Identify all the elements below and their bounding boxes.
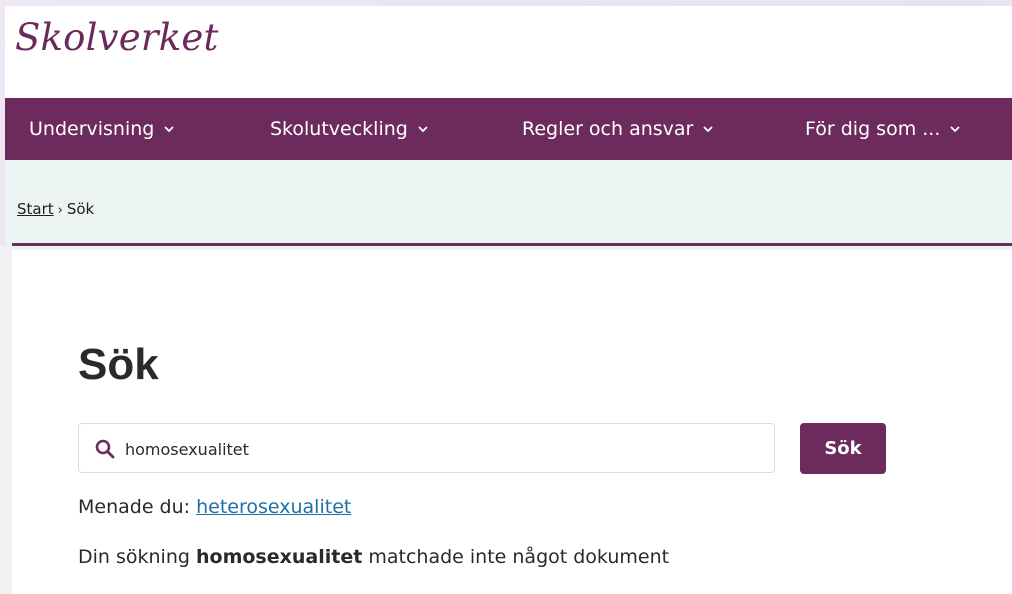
breadcrumb-current: Sök xyxy=(66,200,95,218)
chevron-down-icon xyxy=(950,126,960,133)
nav-item-for-dig-som[interactable]: För dig som ... xyxy=(805,118,961,140)
breadcrumb-band: Start › Sök xyxy=(5,160,1012,250)
content-left-edge xyxy=(0,246,12,594)
result-text-after: matchade inte något dokument xyxy=(368,546,670,568)
chevron-down-icon xyxy=(703,126,713,133)
nav-item-label: Undervisning xyxy=(29,118,155,140)
nav-item-label: Skolutveckling xyxy=(270,118,408,140)
result-search-term: homosexualitet xyxy=(196,546,363,568)
search-input[interactable] xyxy=(125,436,755,462)
header: Skolverket xyxy=(5,6,1012,98)
nav-item-label: För dig som ... xyxy=(805,118,941,140)
nav-item-regler-och-ansvar[interactable]: Regler och ansvar xyxy=(522,118,714,140)
chevron-down-icon xyxy=(164,126,174,133)
breadcrumb-home-link[interactable]: Start xyxy=(17,200,54,218)
site-logo[interactable]: Skolverket xyxy=(15,16,219,59)
breadcrumb: Start › Sök xyxy=(17,200,94,218)
search-result-message: Din sökning homosexualitet matchade inte… xyxy=(78,546,669,568)
nav-item-undervisning[interactable]: Undervisning xyxy=(29,118,175,140)
breadcrumb-separator: › xyxy=(57,203,63,218)
page-title: Sök xyxy=(78,340,159,389)
main-nav: Undervisning Skolutveckling Regler och a… xyxy=(5,98,1012,160)
suggestion-link[interactable]: heterosexualitet xyxy=(196,496,351,518)
nav-item-label: Regler och ansvar xyxy=(522,118,694,140)
content-divider xyxy=(12,243,1012,246)
search-field[interactable] xyxy=(78,423,775,473)
search-button[interactable]: Sök xyxy=(800,423,886,474)
nav-item-skolutveckling[interactable]: Skolutveckling xyxy=(270,118,429,140)
search-icon xyxy=(95,439,115,459)
did-you-mean: Menade du: heterosexualitet xyxy=(78,496,351,518)
result-text-before: Din sökning xyxy=(78,546,190,568)
did-you-mean-label: Menade du: xyxy=(78,496,191,518)
chevron-down-icon xyxy=(418,126,428,133)
